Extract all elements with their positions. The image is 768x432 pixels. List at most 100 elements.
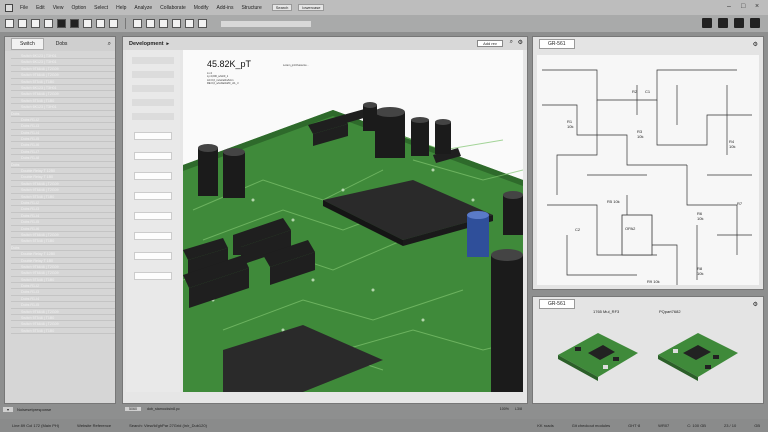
new-file-icon[interactable] [5, 19, 14, 28]
app-window: File Edit View Option Select Help Analyz… [0, 0, 768, 432]
menu-collaborate[interactable]: Collaborate [156, 5, 190, 11]
menu-help[interactable]: Help [112, 5, 130, 11]
dropdown-icon[interactable]: ▸ [167, 41, 170, 47]
menu-option[interactable]: Option [67, 5, 90, 11]
website-reference-link[interactable]: Website Reference [77, 423, 111, 428]
menu-file[interactable]: File [16, 5, 32, 11]
zoom-select[interactable]: ▾ [3, 406, 14, 412]
schematic-view[interactable]: R1 10k R2 C1 R3 10k R4 10k R5 10k C2 OPA2 R6… [537, 55, 759, 285]
center-header: Development ▸ [123, 37, 527, 50]
center-footer: 5060 dob_stamocksin8.pc 100% L3/8 [122, 404, 528, 414]
menu-select[interactable]: Select [90, 5, 112, 11]
window-controls: – □ × [727, 3, 762, 10]
svg-text:R2: R2 [632, 89, 638, 94]
select-icon[interactable] [146, 19, 155, 28]
search-dropdown[interactable]: Search [271, 4, 293, 11]
undo-icon[interactable] [44, 19, 53, 28]
board-thumbnail-1[interactable] [553, 325, 643, 385]
trash-icon[interactable] [750, 18, 760, 28]
open-file-icon[interactable] [18, 19, 27, 28]
maximize-icon[interactable]: □ [741, 3, 748, 10]
layers-icon[interactable] [96, 19, 105, 28]
property-button[interactable] [134, 172, 172, 180]
status-unit: GB [754, 423, 760, 428]
menu-addins[interactable]: Add-ins [212, 5, 237, 11]
settings-icon[interactable] [734, 18, 744, 28]
tab-dobs[interactable]: Dobs [48, 39, 76, 49]
svg-text:R7: R7 [737, 201, 743, 206]
preview-label-2: PQpart7682 [659, 309, 681, 314]
menu-analyze[interactable]: Analyze [130, 5, 156, 11]
schematic-panel: GR-561 ⚙ R1 10k R2 C1 R3 10k R4 10k R5 1… [532, 36, 764, 290]
property-row[interactable] [132, 85, 174, 92]
svg-text:C1: C1 [645, 89, 651, 94]
app-logo-icon [5, 3, 13, 12]
grid-icon[interactable] [133, 19, 142, 28]
pause-icon[interactable] [70, 19, 79, 28]
field-readout: 45.82K_pT [207, 59, 252, 69]
menu-modify[interactable]: Modify [190, 5, 213, 11]
center-title: Development [129, 40, 164, 47]
play-icon[interactable] [57, 19, 66, 28]
tree-item[interactable]: Switch 5T548 | T1B0 [11, 328, 115, 335]
status-roads: KK roads [537, 423, 554, 428]
search-icon[interactable]: ⌕ [510, 39, 513, 46]
rotate-icon[interactable] [172, 19, 181, 28]
svg-text:10k: 10k [729, 144, 735, 149]
right-tools [702, 18, 760, 28]
svg-text:OPA2: OPA2 [625, 226, 636, 231]
gear-icon[interactable]: ⚙ [753, 301, 763, 308]
gear-icon[interactable]: ⚙ [518, 39, 523, 46]
preview-tag[interactable]: GR-561 [539, 299, 575, 309]
menu-view[interactable]: View [49, 5, 68, 11]
cursor-icon[interactable] [109, 19, 118, 28]
property-row[interactable] [132, 57, 174, 64]
left-status-bar: ▾ Noisesetpresponse [0, 404, 120, 414]
left-panel: Switch Dobs ⌕ Switch 6K123 | T3H01 Switch… [4, 36, 116, 404]
property-button[interactable] [134, 252, 172, 260]
readout-details: Lx:4 Ly:4,000_s/rel/0_1 AC:0,0_rn/ac/el/… [207, 72, 239, 86]
add-rev-button[interactable]: Add rev [477, 40, 503, 47]
print-icon[interactable] [718, 18, 728, 28]
search-icon[interactable]: ⌕ [108, 41, 115, 48]
move-icon[interactable] [159, 19, 168, 28]
status-git[interactable]: Git checkout modules [572, 423, 610, 428]
menu-structure[interactable]: Structure [237, 5, 265, 11]
property-row[interactable] [132, 113, 174, 120]
svg-text:R5 10k: R5 10k [607, 199, 620, 204]
board-thumbnail-2[interactable] [653, 325, 743, 385]
property-button[interactable] [134, 192, 172, 200]
preview-panel: GR-561 ⚙ 1765 Mul_RF3 PQpart7682 [532, 296, 764, 404]
gear-icon[interactable]: ⚙ [753, 41, 763, 48]
close-icon[interactable]: × [755, 3, 762, 10]
minimize-icon[interactable]: – [727, 3, 734, 10]
layer-select[interactable]: 5060 [125, 407, 141, 411]
property-button[interactable] [134, 132, 172, 140]
property-button[interactable] [134, 272, 172, 280]
zoom-level: 100% [499, 407, 509, 411]
stop-icon[interactable] [83, 19, 92, 28]
tree-view: Switch 6K123 | T3H01 Switch 6K123 | T3H01… [5, 51, 115, 335]
search-status: Search: View/ld'ghPar 27Grid (ln/r_Dub12… [129, 423, 207, 428]
tab-switch[interactable]: Switch [11, 38, 44, 50]
schematic-tag[interactable]: GR-561 [539, 39, 575, 49]
property-button[interactable] [134, 212, 172, 220]
toolbar-separator [125, 18, 126, 29]
property-button[interactable] [134, 152, 172, 160]
cursor-position: Line 89 Col 172 (Main PH) [12, 423, 60, 428]
property-button[interactable] [134, 232, 172, 240]
svg-text:10k: 10k [697, 216, 703, 221]
property-row[interactable] [132, 71, 174, 78]
status-bar: Line 89 Col 172 (Main PH) Website Refere… [0, 419, 768, 432]
svg-text:10k: 10k [567, 124, 573, 129]
lowercase-toggle[interactable]: lowercase [298, 4, 325, 11]
toolbar [0, 15, 768, 32]
property-row[interactable] [132, 99, 174, 106]
menu-edit[interactable]: Edit [32, 5, 49, 11]
measure-icon[interactable] [198, 19, 207, 28]
toolbar-search-bar[interactable] [221, 20, 311, 27]
export-icon[interactable] [702, 18, 712, 28]
3d-viewport[interactable]: 45.82K_pT Lx:4 Ly:4,000_s/rel/0_1 AC:0,0… [183, 50, 523, 392]
route-icon[interactable] [185, 19, 194, 28]
save-icon[interactable] [31, 19, 40, 28]
